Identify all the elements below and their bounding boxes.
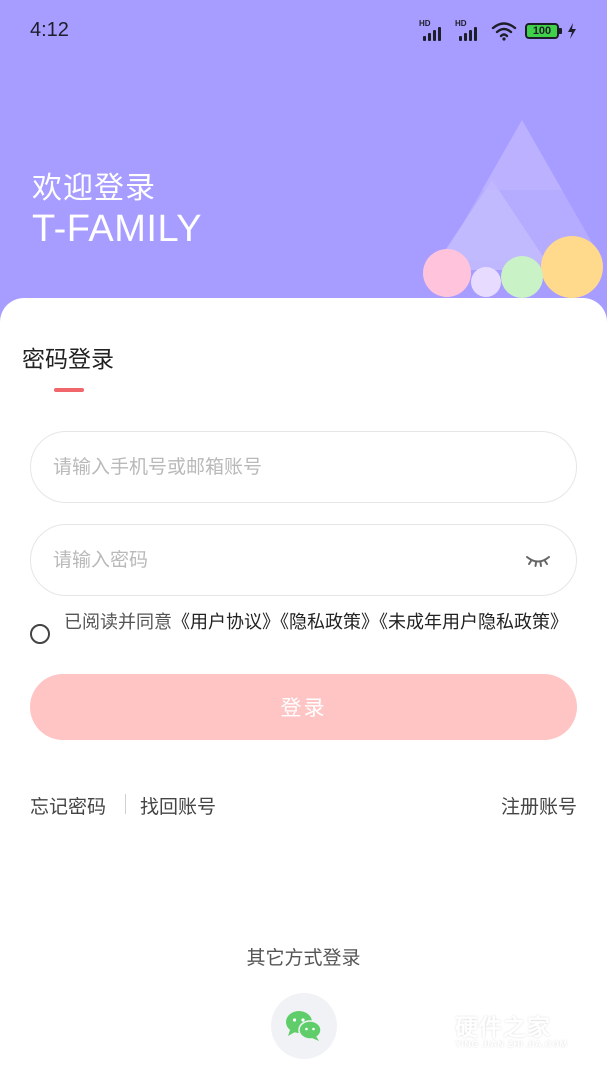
- login-card: 密码登录 已阅读并同意《用户协议》《隐私政策》《未成年用户隐私政策》 登录 忘记…: [0, 298, 607, 1080]
- signal-icon: HD: [455, 19, 483, 41]
- watermark-subtext: YING JIAN ZHI JIA.COM: [455, 1039, 568, 1049]
- register-link[interactable]: 注册账号: [501, 792, 577, 819]
- status-bar: 4:12 HD HD 100: [0, 0, 607, 60]
- status-time: 4:12: [30, 19, 69, 41]
- minor-privacy-policy-link[interactable]: 《未成年用户隐私政策》: [379, 612, 568, 633]
- eye-closed-icon[interactable]: [524, 549, 552, 571]
- password-input[interactable]: [53, 525, 493, 595]
- wifi-icon: [491, 22, 517, 41]
- decorative-illustration: [423, 120, 603, 298]
- account-links: 忘记密码 找回账号 注册账号: [30, 790, 577, 820]
- privacy-policy-link[interactable]: 《隐私政策》: [280, 612, 379, 633]
- watermark-text: 硬件之家: [455, 1015, 551, 1041]
- agreement-row: 已阅读并同意《用户协议》《隐私政策》《未成年用户隐私政策》: [30, 608, 577, 664]
- account-input[interactable]: [53, 432, 493, 502]
- status-icons: HD HD 100: [419, 19, 577, 42]
- charging-bolt-icon: [568, 23, 576, 39]
- welcome-text: 欢迎登录: [32, 171, 156, 206]
- wechat-icon: [286, 1011, 322, 1041]
- recover-account-link[interactable]: 找回账号: [140, 792, 216, 819]
- other-login-title: 其它方式登录: [246, 947, 361, 969]
- watermark-logo-icon: [409, 1006, 449, 1052]
- user-agreement-link[interactable]: 《用户协议》: [172, 612, 280, 633]
- battery-icon: 100: [525, 23, 562, 39]
- agreement-text: 已阅读并同意《用户协议》《隐私政策》《未成年用户隐私政策》: [64, 610, 577, 636]
- agreement-prefix: 已阅读并同意: [64, 612, 172, 633]
- brand-title: T-FAMILY: [32, 208, 203, 250]
- wechat-login-button[interactable]: [271, 993, 337, 1059]
- login-button[interactable]: 登录: [30, 674, 577, 740]
- tab-password-login[interactable]: 密码登录: [22, 340, 114, 374]
- password-field[interactable]: [30, 524, 577, 596]
- agreement-checkbox[interactable]: [30, 624, 50, 644]
- header-banner: 4:12 HD HD 100 欢迎登录 T-FAMILY: [0, 0, 607, 330]
- account-field[interactable]: [30, 431, 577, 503]
- signal-icon: HD: [419, 19, 447, 41]
- tab-active-indicator: [54, 388, 84, 392]
- link-divider: [125, 794, 126, 814]
- watermark: 硬件之家 YING JIAN ZHI JIA.COM: [409, 1006, 589, 1058]
- forgot-password-link[interactable]: 忘记密码: [30, 792, 106, 819]
